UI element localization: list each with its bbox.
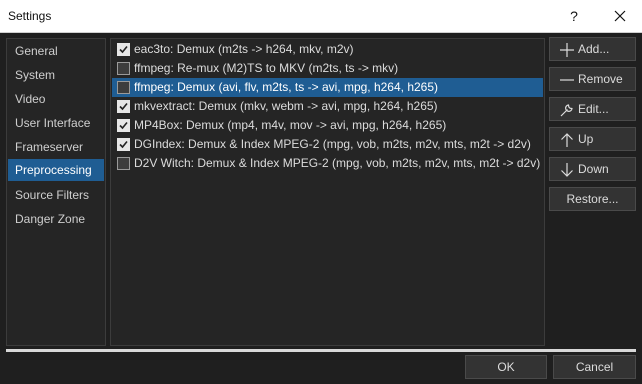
row-checkbox[interactable]: [117, 62, 130, 75]
remove-button-label: Remove: [578, 72, 623, 86]
nav-item-source-filters[interactable]: Source Filters: [8, 184, 104, 206]
row-checkbox[interactable]: [117, 138, 130, 151]
row-label: ffmpeg: Re-mux (M2)TS to MKV (m2ts, ts -…: [134, 61, 399, 75]
settings-nav: General System Video User Interface Fram…: [6, 38, 106, 346]
settings-window: Settings ? General System Video User Int…: [0, 0, 642, 384]
close-button[interactable]: [598, 0, 642, 32]
add-button-label: Add...: [578, 42, 610, 56]
nav-item-general[interactable]: General: [8, 40, 104, 62]
nav-item-system[interactable]: System: [8, 64, 104, 86]
row-label: mkvextract: Demux (mkv, webm -> avi, mpg…: [134, 99, 438, 113]
close-icon: [614, 10, 626, 22]
add-button[interactable]: Add...: [549, 37, 636, 61]
row-label: ffmpeg: Demux (avi, flv, m2ts, ts -> avi…: [134, 80, 439, 94]
nav-item-video[interactable]: Video: [8, 88, 104, 110]
row-checkbox[interactable]: [117, 157, 130, 170]
remove-button[interactable]: Remove: [549, 67, 636, 91]
row-checkbox[interactable]: [117, 81, 130, 94]
list-item[interactable]: mkvextract: Demux (mkv, webm -> avi, mpg…: [112, 97, 543, 116]
nav-item-preprocessing[interactable]: Preprocessing: [8, 159, 104, 181]
down-button[interactable]: Down: [549, 157, 636, 181]
up-button-label: Up: [578, 132, 594, 146]
list-item[interactable]: D2V Witch: Demux & Index MPEG-2 (mpg, vo…: [112, 154, 543, 173]
wrench-icon: [560, 104, 573, 117]
preprocessor-list: eac3to: Demux (m2ts -> h264, mkv, m2v) f…: [110, 38, 545, 346]
checkmark-icon: [119, 45, 128, 54]
row-checkbox[interactable]: [117, 43, 130, 56]
restore-button-label: Restore...: [566, 192, 619, 206]
checkmark-icon: [119, 140, 128, 149]
ok-button[interactable]: OK: [465, 355, 547, 379]
cancel-button[interactable]: Cancel: [553, 355, 636, 379]
list-item[interactable]: eac3to: Demux (m2ts -> h264, mkv, m2v): [112, 40, 543, 59]
nav-item-danger-zone[interactable]: Danger Zone: [8, 208, 104, 230]
edit-button[interactable]: Edit...: [549, 97, 636, 121]
row-checkbox[interactable]: [117, 119, 130, 132]
down-button-label: Down: [578, 162, 609, 176]
list-item[interactable]: DGIndex: Demux & Index MPEG-2 (mpg, vob,…: [112, 135, 543, 154]
up-button[interactable]: Up: [549, 127, 636, 151]
plus-icon: [560, 43, 574, 57]
arrow-up-icon: [561, 133, 573, 147]
row-checkbox[interactable]: [117, 100, 130, 113]
list-item-selected[interactable]: ffmpeg: Demux (avi, flv, m2ts, ts -> avi…: [112, 78, 543, 97]
row-label: eac3to: Demux (m2ts -> h264, mkv, m2v): [134, 42, 354, 56]
edit-button-label: Edit...: [578, 102, 609, 116]
nav-item-frameserver[interactable]: Frameserver: [8, 136, 104, 158]
checkmark-icon: [119, 102, 128, 111]
footer-divider: [6, 349, 636, 352]
row-label: D2V Witch: Demux & Index MPEG-2 (mpg, vo…: [134, 156, 541, 170]
help-button[interactable]: ?: [560, 0, 588, 32]
nav-item-user-interface[interactable]: User Interface: [8, 112, 104, 134]
list-item[interactable]: ffmpeg: Re-mux (M2)TS to MKV (m2ts, ts -…: [112, 59, 543, 78]
row-label: DGIndex: Demux & Index MPEG-2 (mpg, vob,…: [134, 137, 531, 151]
window-title: Settings: [8, 9, 52, 23]
arrow-down-icon: [561, 163, 573, 177]
restore-button[interactable]: Restore...: [549, 187, 636, 211]
minus-icon: [560, 79, 574, 81]
checkmark-icon: [119, 121, 128, 130]
row-label: MP4Box: Demux (mp4, m4v, mov -> avi, mpg…: [134, 118, 447, 132]
list-item[interactable]: MP4Box: Demux (mp4, m4v, mov -> avi, mpg…: [112, 116, 543, 135]
title-bar: Settings ?: [0, 0, 642, 33]
